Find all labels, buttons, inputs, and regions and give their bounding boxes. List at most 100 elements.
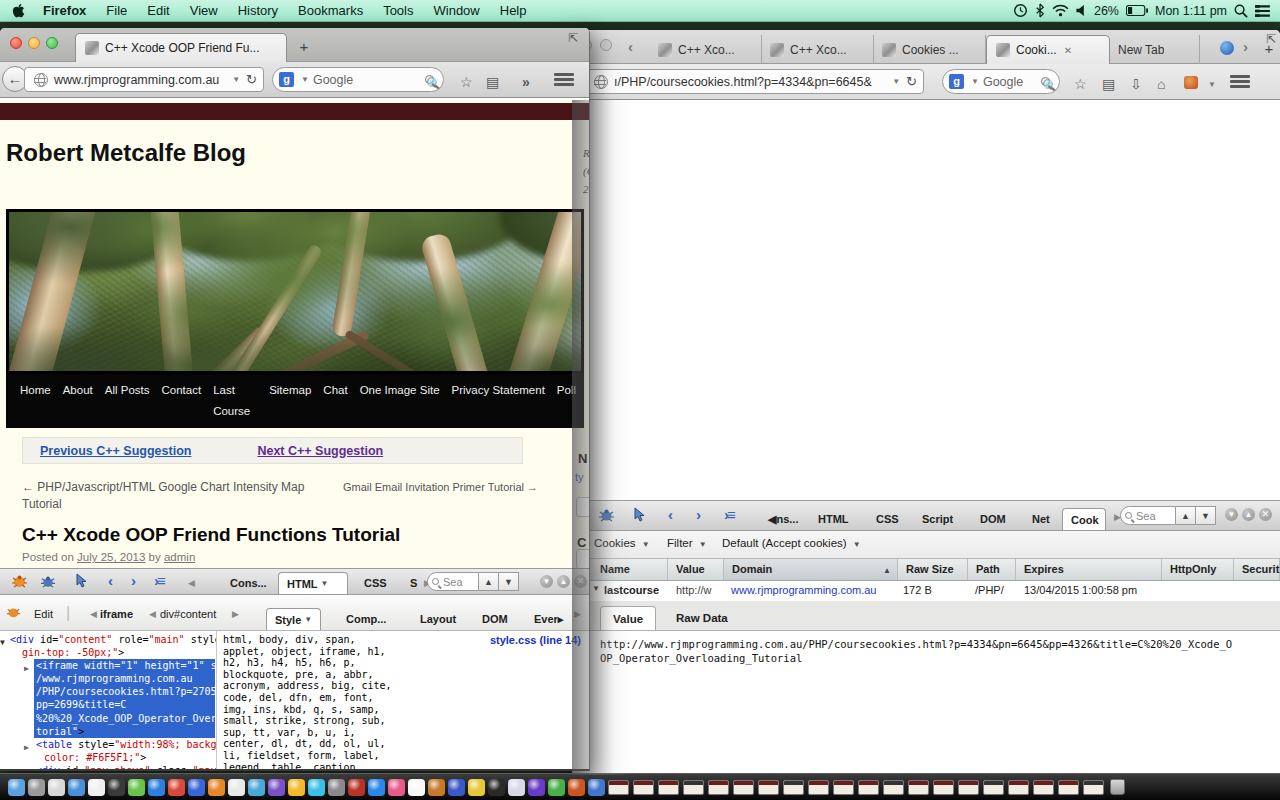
menu-hamburger-icon-left[interactable] xyxy=(554,73,574,87)
bookmark-star-icon-left[interactable]: ☆ xyxy=(460,74,473,90)
firebug-edit-icon[interactable] xyxy=(6,605,21,620)
firebug-maximize-icon[interactable]: ▴ xyxy=(1242,508,1255,521)
dock-minimized-window[interactable] xyxy=(1083,780,1104,795)
dock-minimized-window[interactable] xyxy=(633,780,654,795)
dock-app-icon[interactable] xyxy=(288,779,305,796)
bookmark-star-icon-right[interactable]: ☆ xyxy=(1074,76,1087,92)
dock-app-icon[interactable] xyxy=(468,779,485,796)
dock-app-icon[interactable] xyxy=(348,779,365,796)
url-bar-right[interactable]: ı/PHP/coursecookies.html?p=4334&pn=6645&… xyxy=(586,69,924,94)
dock-app-icon[interactable] xyxy=(428,779,445,796)
html-line[interactable]: gin-top: -50px;"> xyxy=(0,646,216,659)
dock-minimized-window[interactable] xyxy=(983,780,1004,795)
tab-scroll-right-icon[interactable]: › xyxy=(1243,38,1248,55)
filter-menu[interactable]: Filter ▼ xyxy=(667,537,707,549)
side-tab-ever[interactable]: Ever▸ xyxy=(526,608,571,630)
style-side-panel[interactable]: style.css (line 14) html, body, div, spa… xyxy=(217,631,589,769)
dock-app-icon[interactable] xyxy=(8,779,25,796)
dock-minimized-window[interactable] xyxy=(858,780,879,795)
blog-nav-privacy-statement[interactable]: Privacy Statement xyxy=(452,380,545,401)
notification-center-icon[interactable] xyxy=(1255,5,1270,17)
dock-app-icon[interactable] xyxy=(308,779,325,796)
site-title[interactable]: Robert Metcalfe Blog xyxy=(6,139,246,167)
dock-minimized-window[interactable] xyxy=(708,780,729,795)
dock-minimized-window[interactable] xyxy=(783,780,804,795)
breadcrumb-iframe[interactable]: iframe xyxy=(100,608,133,620)
tab-right-1[interactable]: C++ Xco... xyxy=(762,35,874,64)
dock-app-icon[interactable] xyxy=(548,779,565,796)
post-date-link[interactable]: July 25, 2013 xyxy=(77,551,145,563)
dock-minimized-window[interactable] xyxy=(808,780,829,795)
wifi-icon[interactable] xyxy=(1052,4,1069,17)
url-dropdown-icon-left[interactable]: ▼ xyxy=(232,75,240,84)
firebug-toolbar-icon[interactable] xyxy=(1184,76,1198,89)
dock-minimized-window[interactable] xyxy=(833,780,854,795)
bluetooth-icon[interactable] xyxy=(1035,3,1045,18)
side-tab-dom[interactable]: DOM xyxy=(474,608,516,630)
side-tab-layout[interactable]: Layout xyxy=(412,608,464,630)
menu-window[interactable]: Window xyxy=(424,3,490,18)
reload-icon-left[interactable]: ↻ xyxy=(246,72,257,87)
dock-app-icon[interactable] xyxy=(108,779,125,796)
sidetabs-overflow-icon[interactable]: ▶ xyxy=(574,609,581,619)
menu-tools[interactable]: Tools xyxy=(373,3,423,18)
cookie-col-raw-size[interactable]: Raw Size xyxy=(898,559,968,580)
blog-nav-poll[interactable]: Poll xyxy=(557,380,576,401)
cookie-col-securit[interactable]: Securit xyxy=(1234,559,1280,580)
dock-app-icon[interactable] xyxy=(48,779,65,796)
next-suggestion-link[interactable]: Next C++ Suggestion xyxy=(257,444,383,458)
dock-app-icon[interactable] xyxy=(148,779,165,796)
dock-app-icon[interactable] xyxy=(568,779,585,796)
firebug-search-nav-left[interactable]: ▲▼ xyxy=(479,572,519,591)
cookie-col-path[interactable]: Path xyxy=(968,559,1016,580)
menu-firefox[interactable]: Firefox xyxy=(33,3,96,18)
tabs-scroll-left-icon[interactable]: ◀ xyxy=(188,578,195,588)
search-go-icon-left[interactable]: 🔍 xyxy=(425,75,434,84)
dock-minimized-window[interactable] xyxy=(608,780,629,795)
menu-bookmarks[interactable]: Bookmarks xyxy=(288,3,373,18)
tab-scroll-left-icon[interactable]: ‹ xyxy=(628,38,633,55)
dock-app-icon[interactable] xyxy=(368,779,385,796)
search-placeholder-left[interactable]: Google xyxy=(313,73,353,87)
firebug-forward-icon-left[interactable]: › xyxy=(131,572,136,589)
post-author-link[interactable]: admin xyxy=(164,551,195,563)
dock-app-icon[interactable] xyxy=(88,779,105,796)
cookie-col-expires[interactable]: Expires xyxy=(1016,559,1162,580)
url-bar-left[interactable]: www.rjmprogramming.com.au ▼ ↻ xyxy=(24,67,264,92)
traffic-light-zoom[interactable] xyxy=(46,37,58,49)
firebug-tab-s[interactable]: S xyxy=(402,572,418,594)
search-prev-icon-left[interactable]: ▲ xyxy=(479,572,499,591)
subtab-raw-data[interactable]: Raw Data xyxy=(664,606,740,630)
firebug-search-right[interactable]: Sea xyxy=(1120,506,1176,525)
dock-minimized-window[interactable] xyxy=(1058,780,1079,795)
dock-app-icon[interactable] xyxy=(128,779,145,796)
dock-app-icon[interactable] xyxy=(508,779,525,796)
url-dropdown-icon[interactable]: ▼ xyxy=(892,77,900,86)
dock-minimized-window[interactable] xyxy=(883,780,904,795)
menu-edit[interactable]: Edit xyxy=(137,3,179,18)
blog-nav-contact[interactable]: Contact xyxy=(162,380,202,401)
new-tab-button-left[interactable]: + xyxy=(293,38,315,57)
toolbar-overflow-icon[interactable]: » xyxy=(522,74,530,90)
blog-nav-chat[interactable]: Chat xyxy=(323,380,347,401)
firebug-caret-icon[interactable]: ▼ xyxy=(1208,80,1216,89)
bookmarks-menu-icon-right[interactable]: ▤ xyxy=(1102,76,1115,92)
volume-icon[interactable] xyxy=(1076,4,1087,17)
dock-app-icon[interactable] xyxy=(268,779,285,796)
menu-hamburger-icon-right[interactable] xyxy=(1230,75,1250,89)
blog-nav-last-course[interactable]: Last Course xyxy=(213,380,257,422)
firebug-tab-right-net[interactable]: Net xyxy=(1024,508,1060,530)
sidebar-box2[interactable] xyxy=(576,549,589,568)
firebug-close-icon-left[interactable]: ✕ xyxy=(574,575,587,588)
firebug-bug-icon[interactable] xyxy=(598,508,615,523)
firebug-icon[interactable] xyxy=(11,574,28,589)
dock-app-icon[interactable] xyxy=(528,779,545,796)
subtab-value[interactable]: Value xyxy=(600,606,656,630)
google-search-icon-left[interactable]: g xyxy=(279,72,294,87)
css-file-link[interactable]: style.css (line 14) xyxy=(490,635,581,647)
menu-file[interactable]: File xyxy=(96,3,137,18)
site-identity-icon-left[interactable] xyxy=(34,73,48,87)
traffic-light-minimize[interactable] xyxy=(28,37,40,49)
cookies-menu[interactable]: Cookies ▼ xyxy=(594,537,650,549)
firebug-bug-icon-left[interactable] xyxy=(40,575,56,589)
